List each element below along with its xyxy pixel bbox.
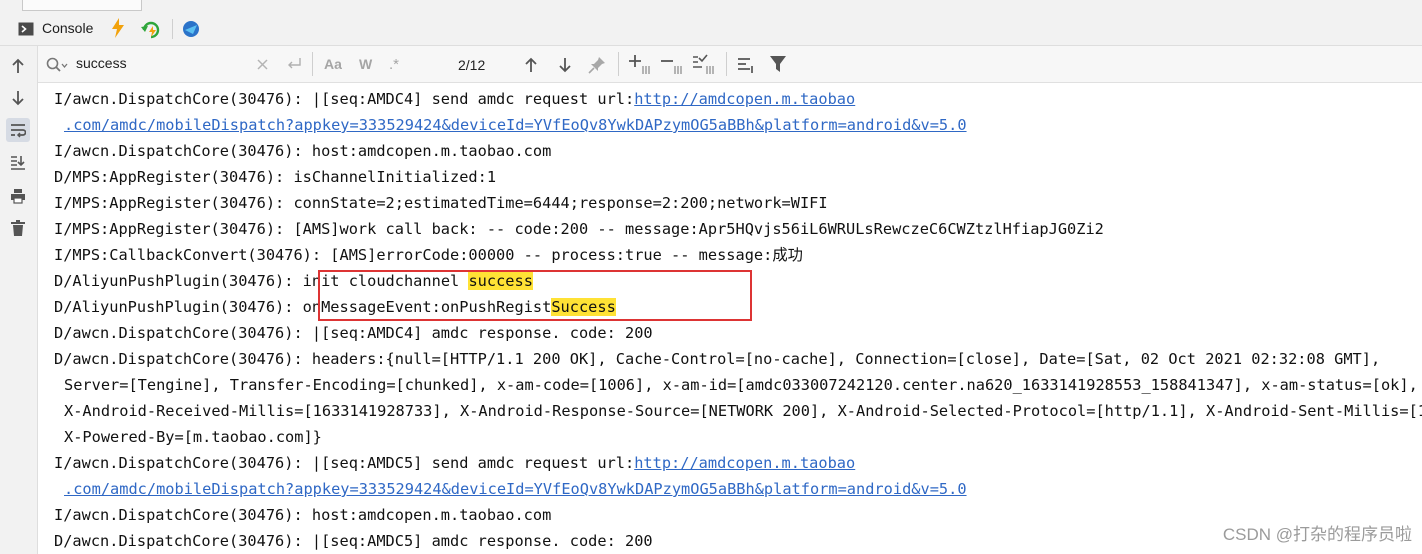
- pin-icon[interactable]: [587, 55, 607, 75]
- log-link[interactable]: .com/amdc/mobileDispatch?appkey=33352942…: [64, 480, 967, 498]
- remove-selection-icon[interactable]: [660, 54, 684, 76]
- log-line-text: I/awcn.DispatchCore(30476): |[seq:AMDC5]…: [54, 454, 635, 472]
- svg-text:Aa: Aa: [324, 56, 342, 72]
- next-occurrence-icon[interactable]: [557, 56, 573, 74]
- search-icon[interactable]: [46, 57, 68, 73]
- log-line: X-Android-Received-Millis=[1633141928733…: [64, 402, 1422, 420]
- previous-occurrence-icon[interactable]: [523, 56, 539, 74]
- find-bar-separator: [618, 52, 619, 76]
- svg-text:.*: .*: [389, 56, 399, 72]
- console-tab-label[interactable]: Console: [42, 20, 93, 36]
- log-line: D/awcn.DispatchCore(30476): headers:{nul…: [54, 350, 1381, 368]
- scroll-to-end-icon[interactable]: [6, 150, 30, 174]
- log-line: I/awcn.DispatchCore(30476): |[seq:AMDC4]…: [54, 86, 855, 112]
- log-line: Server=[Tengine], Transfer-Encoding=[chu…: [64, 376, 1418, 394]
- filter-icon[interactable]: [768, 55, 788, 73]
- log-line: I/MPS:AppRegister(30476): [AMS]work call…: [54, 220, 1104, 238]
- filter-results-icon[interactable]: [736, 56, 756, 74]
- select-all-occurrences-icon[interactable]: [692, 54, 716, 76]
- console-icon[interactable]: [18, 22, 34, 36]
- log-line-prefix: D/AliyunPushPlugin(30476):: [54, 298, 303, 316]
- search-input[interactable]: success: [76, 55, 127, 71]
- log-link[interactable]: .com/amdc/mobileDispatch?appkey=33352942…: [64, 116, 967, 134]
- hot-restart-icon[interactable]: [140, 19, 162, 39]
- log-line: .com/amdc/mobileDispatch?appkey=33352942…: [64, 476, 967, 502]
- clear-search-icon[interactable]: [256, 58, 268, 70]
- svg-text:W: W: [359, 56, 373, 72]
- lightning-icon[interactable]: [110, 18, 126, 38]
- log-line: D/MPS:AppRegister(30476): isChannelIniti…: [54, 168, 497, 186]
- log-line-prefix: D/AliyunPushPlugin(30476):: [54, 272, 303, 290]
- find-bar-separator: [726, 52, 727, 76]
- find-bar: success Aa W .* 2/12: [38, 46, 1422, 83]
- search-history-icon[interactable]: [286, 57, 302, 71]
- log-link[interactable]: http://amdcopen.m.taobao: [634, 454, 855, 472]
- arrow-down-icon[interactable]: [6, 86, 30, 110]
- log-line: I/MPS:CallbackConvert(30476): [AMS]error…: [54, 246, 803, 264]
- watermark: CSDN @打杂的程序员啦: [1222, 525, 1412, 544]
- run-toolbar: Console: [0, 11, 1422, 46]
- editor-tab-main-dart[interactable]: [22, 0, 142, 11]
- print-icon[interactable]: [6, 184, 30, 208]
- log-link[interactable]: http://amdcopen.m.taobao: [634, 90, 855, 108]
- log-line: .com/amdc/mobileDispatch?appkey=33352942…: [64, 112, 967, 138]
- toolbar-separator: [172, 19, 173, 39]
- soft-wrap-icon[interactable]: [6, 118, 30, 142]
- add-selection-icon[interactable]: [628, 54, 652, 76]
- arrow-up-icon[interactable]: [6, 54, 30, 78]
- dart-devtools-icon[interactable]: [182, 20, 200, 38]
- log-line: D/awcn.DispatchCore(30476): |[seq:AMDC4]…: [54, 324, 653, 342]
- log-line: I/MPS:AppRegister(30476): connState=2;es…: [54, 194, 828, 212]
- annotation-box: [318, 270, 752, 321]
- trash-icon[interactable]: [6, 216, 30, 240]
- find-bar-separator: [312, 52, 313, 76]
- log-line: I/awcn.DispatchCore(30476): host:amdcope…: [54, 142, 552, 160]
- whole-words-icon[interactable]: W: [358, 56, 376, 72]
- log-line: I/awcn.DispatchCore(30476): |[seq:AMDC5]…: [54, 450, 855, 476]
- match-case-icon[interactable]: Aa: [324, 56, 344, 72]
- match-counter: 2/12: [458, 57, 486, 73]
- console-side-toolbar: [0, 46, 38, 554]
- log-line: D/awcn.DispatchCore(30476): |[seq:AMDC5]…: [54, 532, 653, 550]
- log-line-text: I/awcn.DispatchCore(30476): |[seq:AMDC4]…: [54, 90, 635, 108]
- log-line: I/awcn.DispatchCore(30476): host:amdcope…: [54, 506, 552, 524]
- log-line: X-Powered-By=[m.taobao.com]}: [64, 428, 322, 446]
- regex-icon[interactable]: .*: [388, 56, 406, 72]
